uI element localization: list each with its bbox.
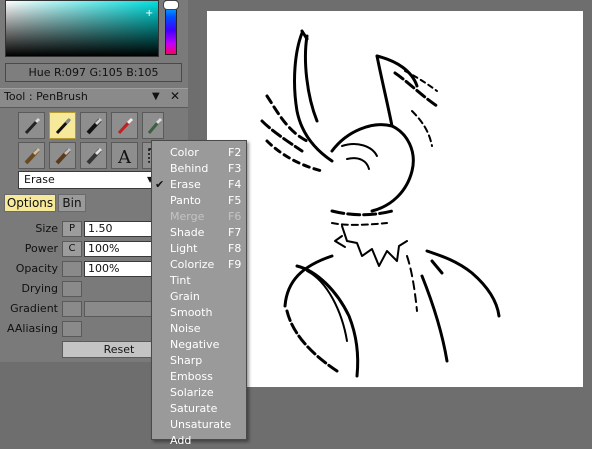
menu-item-behind[interactable]: Behind F3 <box>152 161 246 177</box>
drying-label: Drying <box>21 282 58 295</box>
menu-item-label: Solarize <box>170 386 214 399</box>
menu-item-erase[interactable]: ✔ Erase F4 <box>152 177 246 193</box>
menu-item-label: Grain <box>170 290 200 303</box>
menu-item-noise[interactable]: Noise <box>152 321 246 337</box>
menu-item-label: Smooth <box>170 306 213 319</box>
blend-mode-select[interactable]: Erase <box>18 171 158 189</box>
water-brush-tool-button[interactable] <box>49 142 76 169</box>
menu-item-light[interactable]: Light F8 <box>152 241 246 257</box>
checkmark-icon: ✔ <box>155 178 165 191</box>
menu-item-label: Color <box>170 146 199 159</box>
water-brush-icon <box>55 147 72 165</box>
menu-item-label: Unsaturate <box>170 418 232 431</box>
menu-item-shortcut: F8 <box>228 242 242 255</box>
size-field[interactable]: 1.50 <box>84 221 154 237</box>
drawing-canvas[interactable] <box>207 11 583 387</box>
opacity-label: Opacity <box>15 262 58 275</box>
paint-brush-icon <box>24 147 41 165</box>
close-icon[interactable]: ✕ <box>170 89 180 103</box>
gradient-bar[interactable] <box>84 301 154 317</box>
tab-options[interactable]: Options <box>4 194 56 212</box>
power-label: Power <box>24 242 58 255</box>
opacity-field[interactable]: 100% <box>84 261 154 277</box>
drying-checkbox[interactable] <box>62 281 82 297</box>
paint-brush-tool-button[interactable] <box>18 142 45 169</box>
menu-item-shortcut: F4 <box>228 178 242 191</box>
menu-item-label: Light <box>170 242 198 255</box>
pencil-tool-button[interactable] <box>18 112 45 139</box>
menu-item-label: Saturate <box>170 402 218 415</box>
menu-item-label: Erase <box>170 178 201 191</box>
menu-item-solarize[interactable]: Solarize <box>152 385 246 401</box>
pencil-icon <box>24 117 41 135</box>
marker-icon <box>86 117 103 135</box>
smudge-icon <box>86 147 103 165</box>
menu-item-label: Behind <box>170 162 209 175</box>
menu-item-unsaturate[interactable]: Unsaturate <box>152 417 246 433</box>
power-field[interactable]: 100% <box>84 241 154 257</box>
blend-mode-menu: Color F2 Behind F3 ✔ Erase F4 Panto F5 Merge F6 Sha… <box>151 140 247 447</box>
blender-icon <box>147 117 163 134</box>
power-curve-button[interactable]: C <box>62 241 82 257</box>
tool-panel-title: Tool : PenBrush <box>4 90 88 103</box>
hue-slider-handle[interactable] <box>163 0 179 10</box>
color-picker-field[interactable] <box>5 0 159 57</box>
menu-item-saturate[interactable]: Saturate <box>152 401 246 417</box>
gradient-label: Gradient <box>10 302 58 315</box>
panel-menu-arrow-icon[interactable]: ▼ <box>152 90 160 104</box>
menu-item-tint[interactable]: Tint <box>152 273 246 289</box>
menu-item-label: Tint <box>170 274 191 287</box>
menu-item-color[interactable]: Color F2 <box>152 145 246 161</box>
menu-item-grain[interactable]: Grain <box>152 289 246 305</box>
menu-item-shortcut: F7 <box>228 226 242 239</box>
airbrush-icon <box>117 117 134 135</box>
airbrush-tool-button[interactable] <box>111 112 138 139</box>
menu-item-label: Panto <box>170 194 201 207</box>
menu-item-emboss[interactable]: Emboss <box>152 369 246 385</box>
menu-item-label: Negative <box>170 338 220 351</box>
smudge-tool-button[interactable] <box>80 142 107 169</box>
text-tool-button[interactable]: A <box>111 142 138 169</box>
menu-item-label: Merge <box>170 210 205 223</box>
menu-item-shortcut: F6 <box>228 210 242 223</box>
size-label: Size <box>35 222 58 235</box>
picker-crosshair-icon: + <box>145 8 154 19</box>
menu-item-label: Sharp <box>170 354 203 367</box>
text-icon: A <box>117 147 132 166</box>
menu-item-shortcut: F2 <box>228 146 242 159</box>
menu-item-merge: Merge F6 <box>152 209 246 225</box>
menu-item-label: Noise <box>170 322 201 335</box>
menu-item-negative[interactable]: Negative <box>152 337 246 353</box>
menu-item-shortcut: F3 <box>228 162 242 175</box>
blender-tool-button[interactable] <box>142 112 164 139</box>
menu-item-shade[interactable]: Shade F7 <box>152 225 246 241</box>
menu-item-colorize[interactable]: Colorize F9 <box>152 257 246 273</box>
menu-item-label: Add <box>170 434 192 447</box>
pen-brush-icon <box>55 117 72 135</box>
menu-item-smooth[interactable]: Smooth <box>152 305 246 321</box>
menu-item-label: Colorize <box>170 258 215 271</box>
aaliasing-checkbox[interactable] <box>62 321 82 337</box>
menu-item-panto[interactable]: Panto F5 <box>152 193 246 209</box>
menu-item-label: Shade <box>170 226 205 239</box>
sketch-drawing <box>260 29 501 378</box>
tab-bin[interactable]: Bin <box>58 194 86 212</box>
aaliasing-label: AAliasing <box>7 322 58 335</box>
color-readout: Hue R:097 G:105 B:105 <box>5 63 182 82</box>
marker-tool-button[interactable] <box>80 112 107 139</box>
size-pressure-button[interactable]: P <box>62 221 82 237</box>
menu-item-label: Emboss <box>170 370 213 383</box>
gradient-checkbox[interactable] <box>62 301 82 317</box>
menu-item-add[interactable]: Add <box>152 433 246 449</box>
menu-item-shortcut: F5 <box>228 194 242 207</box>
svg-text:A: A <box>117 147 132 166</box>
menu-item-sharp[interactable]: Sharp <box>152 353 246 369</box>
menu-item-shortcut: F9 <box>228 258 242 271</box>
pen-brush-tool-button[interactable] <box>49 112 76 139</box>
opacity-checkbox[interactable] <box>62 261 82 277</box>
